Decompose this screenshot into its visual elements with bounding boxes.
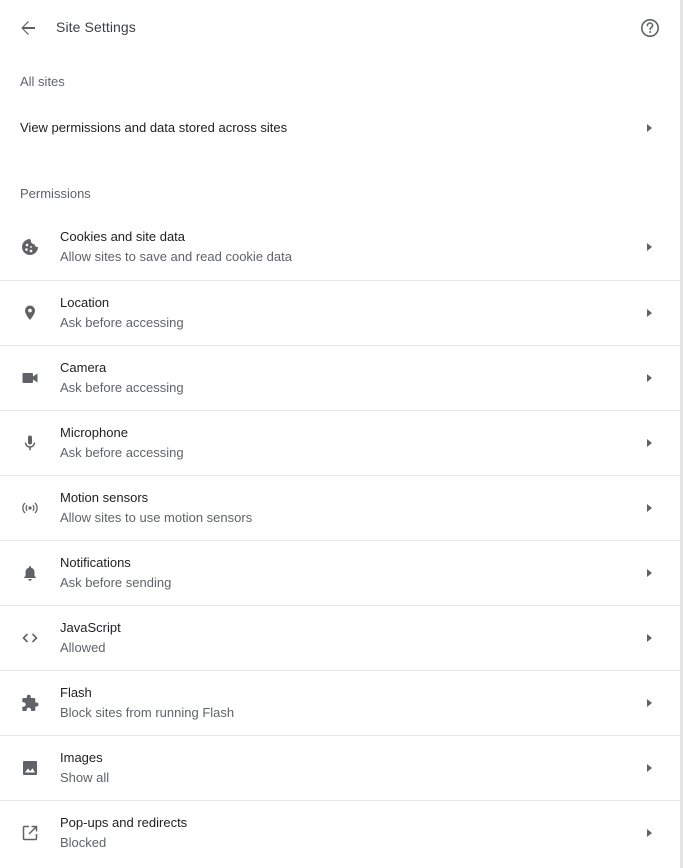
all-sites-row-label: View permissions and data stored across … xyxy=(20,120,288,135)
permission-title: Pop-ups and redirects xyxy=(60,815,188,830)
permission-status: Show all xyxy=(60,770,110,785)
permission-status: Ask before accessing xyxy=(60,380,184,395)
camera-icon xyxy=(20,368,40,388)
chevron-right-icon xyxy=(647,569,652,577)
permission-row-javascript[interactable]: JavaScript Allowed xyxy=(0,605,680,670)
code-icon xyxy=(20,628,40,648)
chevron-right-icon xyxy=(647,374,652,382)
chevron-right-icon xyxy=(647,439,652,447)
chevron-right-icon xyxy=(647,764,652,772)
chevron-right-icon xyxy=(647,829,652,837)
chevron-right-icon xyxy=(647,699,652,707)
permission-row-notifications[interactable]: Notifications Ask before sending xyxy=(0,540,680,605)
permission-status: Ask before accessing xyxy=(60,315,184,330)
permission-title: Images xyxy=(60,750,103,765)
permissions-list: Cookies and site data Allow sites to sav… xyxy=(0,215,680,865)
permission-row-microphone[interactable]: Microphone Ask before accessing xyxy=(0,410,680,475)
permission-row-flash[interactable]: Flash Block sites from running Flash xyxy=(0,670,680,735)
page-header: Site Settings xyxy=(0,0,680,56)
permission-row-camera[interactable]: Camera Ask before accessing xyxy=(0,345,680,410)
permission-status: Allow sites to save and read cookie data xyxy=(60,249,292,264)
cookie-icon xyxy=(20,237,40,257)
permission-title: Flash xyxy=(60,685,92,700)
all-sites-heading: All sites xyxy=(20,74,65,89)
all-sites-row[interactable]: View permissions and data stored across … xyxy=(0,104,680,152)
chevron-right-icon xyxy=(647,309,652,317)
permission-title: Location xyxy=(60,295,110,310)
permission-status: Allowed xyxy=(60,640,106,655)
permission-row-cookies[interactable]: Cookies and site data Allow sites to sav… xyxy=(0,215,680,280)
image-icon xyxy=(20,758,40,778)
permission-status: Allow sites to use motion sensors xyxy=(60,510,253,525)
permission-status: Block sites from running Flash xyxy=(60,705,235,720)
permission-row-popups[interactable]: Pop-ups and redirects Blocked xyxy=(0,800,680,865)
permission-row-images[interactable]: Images Show all xyxy=(0,735,680,800)
site-settings-page: Site Settings All sites View permissions… xyxy=(0,0,683,868)
permission-title: Motion sensors xyxy=(60,490,149,505)
permission-row-motion-sensors[interactable]: Motion sensors Allow sites to use motion… xyxy=(0,475,680,540)
open-in-new-icon xyxy=(20,823,40,843)
permission-status: Ask before accessing xyxy=(60,445,184,460)
puzzle-icon xyxy=(20,693,40,713)
help-icon xyxy=(640,18,660,38)
sensors-icon xyxy=(20,498,40,518)
bell-icon xyxy=(20,563,40,583)
back-button[interactable] xyxy=(14,14,42,42)
help-button[interactable] xyxy=(636,14,664,42)
chevron-right-icon xyxy=(647,243,652,251)
back-arrow-icon xyxy=(20,20,36,36)
permission-title: Camera xyxy=(60,360,107,375)
permission-title: Cookies and site data xyxy=(60,229,186,244)
permission-status: Blocked xyxy=(60,835,107,850)
microphone-icon xyxy=(20,433,40,453)
permission-row-location[interactable]: Location Ask before accessing xyxy=(0,280,680,345)
permission-title: Microphone xyxy=(60,425,128,440)
page-title: Site Settings xyxy=(56,19,136,35)
chevron-right-icon xyxy=(647,634,652,642)
permission-title: JavaScript xyxy=(60,620,121,635)
permission-status: Ask before sending xyxy=(60,575,172,590)
permission-title: Notifications xyxy=(60,555,131,570)
chevron-right-icon xyxy=(647,124,652,132)
chevron-right-icon xyxy=(647,504,652,512)
location-pin-icon xyxy=(20,303,40,323)
permissions-heading: Permissions xyxy=(20,186,91,201)
